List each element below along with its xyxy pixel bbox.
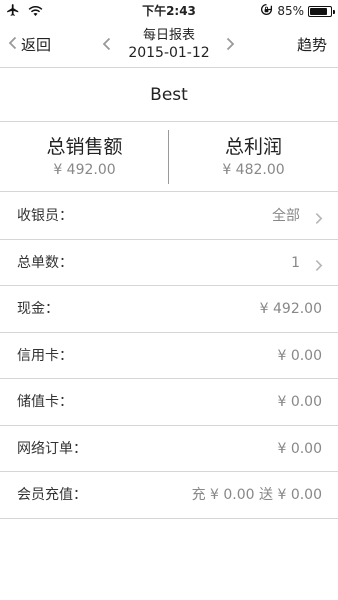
stored-value-card-row: 储值卡： ¥ 0.00 (0, 379, 338, 426)
cashier-value: 全部 (272, 208, 300, 224)
member-recharge-value: 充 ¥ 0.00 送 ¥ 0.00 (191, 487, 322, 503)
member-recharge-label: 会员充值： (17, 487, 87, 503)
rotation-lock-icon (260, 3, 273, 19)
chevron-right-icon (315, 210, 323, 229)
next-day-button[interactable] (226, 36, 235, 55)
summary-panel: 总销售额 ¥ 492.00 总利润 ¥ 482.00 (0, 122, 338, 192)
total-profit-value: ¥ 482.00 (222, 162, 285, 178)
store-name: Best (0, 68, 338, 122)
report-list: 收银员： 全部 总单数： 1 现金： ¥ 492.00 信用卡： ¥ 0.00 … (0, 193, 338, 519)
battery-icon (308, 5, 335, 17)
cash-row: 现金： ¥ 492.00 (0, 286, 338, 333)
trend-button[interactable]: 趋势 (297, 34, 327, 55)
status-bar: 下午2:43 85% (0, 0, 338, 22)
status-right: 85% (260, 3, 335, 19)
total-sales-label: 总销售额 (46, 136, 123, 158)
page-title: 每日报表 (142, 28, 195, 43)
credit-card-value: ¥ 0.00 (277, 347, 322, 364)
total-sales: 总销售额 ¥ 492.00 (0, 122, 169, 192)
chevron-right-icon (226, 37, 235, 51)
total-sales-value: ¥ 492.00 (53, 162, 116, 178)
online-order-row: 网络订单： ¥ 0.00 (0, 426, 338, 472)
stored-value-card-label: 储值卡： (17, 394, 73, 410)
cashier-row[interactable]: 收银员： 全部 (0, 193, 338, 240)
cash-value: ¥ 492.00 (259, 301, 322, 317)
battery-fill (310, 7, 327, 15)
online-order-label: 网络订单： (17, 440, 87, 457)
credit-card-label: 信用卡： (17, 347, 73, 364)
chevron-right-icon (315, 257, 323, 276)
online-order-value: ¥ 0.00 (277, 440, 322, 457)
total-profit-label: 总利润 (224, 136, 282, 158)
order-count-label: 总单数： (17, 254, 73, 271)
navbar: 返回 每日报表 2015-01-12 趋势 (0, 22, 338, 68)
stored-value-card-value: ¥ 0.00 (277, 394, 322, 410)
nav-title-block: 每日报表 2015-01-12 (0, 28, 338, 62)
credit-card-row: 信用卡： ¥ 0.00 (0, 333, 338, 379)
member-recharge-row: 会员充值： 充 ¥ 0.00 送 ¥ 0.00 (0, 472, 338, 519)
report-date: 2015-01-12 (128, 45, 210, 61)
battery-percent: 85% (277, 4, 304, 18)
battery-tip (333, 9, 335, 14)
order-count-value: 1 (291, 254, 300, 271)
cashier-label: 收银员： (17, 208, 73, 224)
cash-label: 现金： (17, 301, 59, 317)
order-count-row[interactable]: 总单数： 1 (0, 240, 338, 286)
total-profit: 总利润 ¥ 482.00 (169, 122, 338, 192)
